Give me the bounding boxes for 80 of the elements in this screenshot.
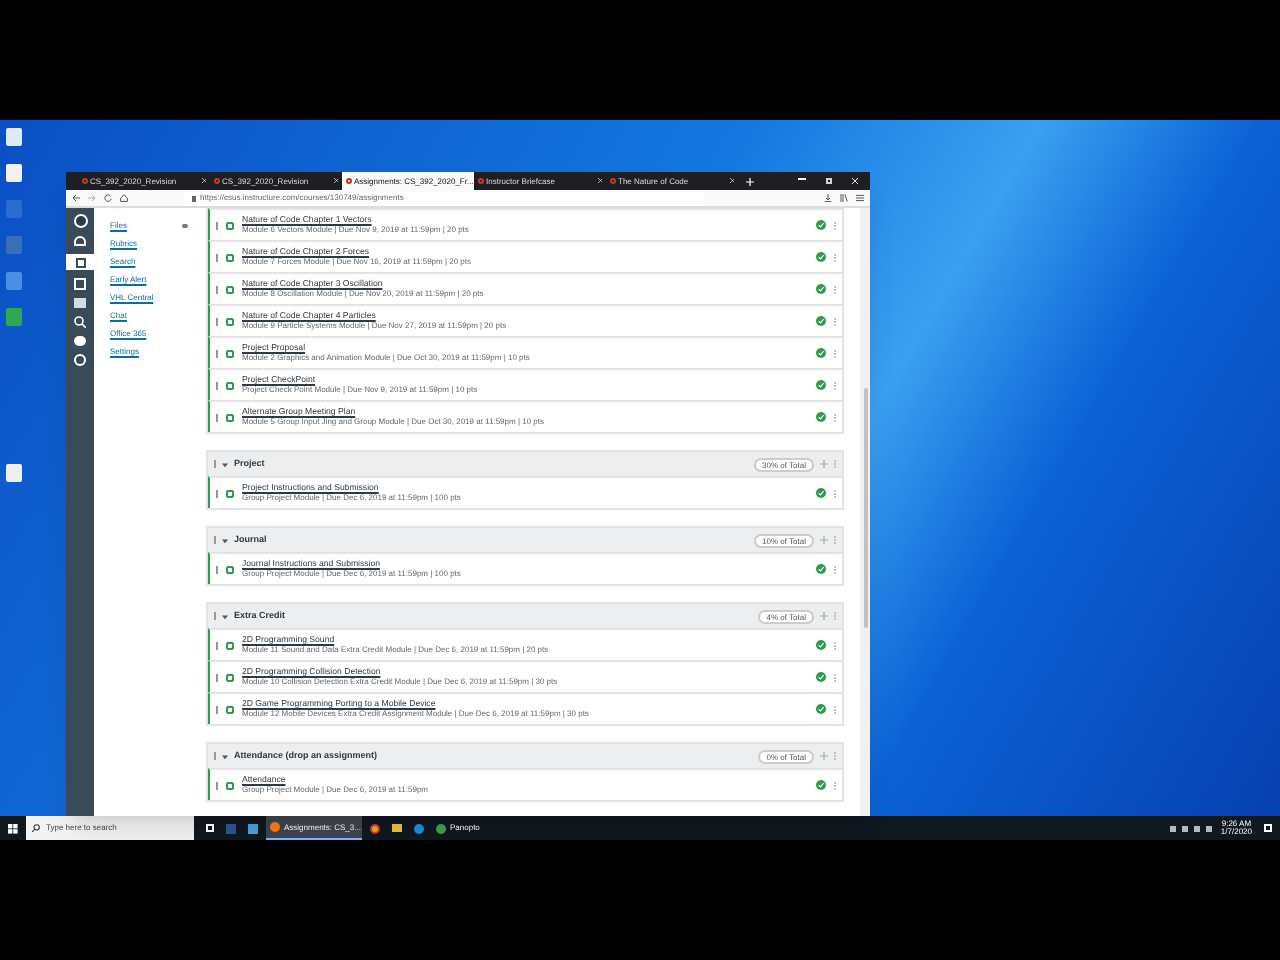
published-check-icon[interactable] [816,380,826,390]
tab-favicon [346,178,352,184]
drag-handle-icon[interactable] [214,612,216,620]
download-icon[interactable] [824,194,832,202]
assignment-icon [226,781,234,789]
drag-handle-icon[interactable] [216,641,218,649]
add-icon[interactable] [820,752,828,760]
courses-icon[interactable] [66,254,94,270]
drag-handle-icon[interactable] [216,705,218,713]
caret-icon[interactable] [222,753,228,759]
drag-handle-icon[interactable] [216,673,218,681]
help-icon[interactable] [74,354,86,366]
add-icon[interactable] [820,612,828,620]
notification-icon[interactable] [1264,824,1272,832]
windows-logo-icon[interactable] [8,823,18,833]
published-check-icon[interactable] [816,316,826,326]
assignment-icon [226,705,234,713]
assignment-icon [226,489,234,497]
drag-handle-icon[interactable] [216,413,218,421]
forward-icon[interactable] [88,194,96,202]
assignment-icon [226,221,234,229]
calendar-icon[interactable] [74,278,86,290]
drag-handle-icon[interactable] [216,285,218,293]
document-icon [226,823,236,833]
assignment-icon [226,565,234,573]
caret-icon[interactable] [222,613,228,619]
reload-icon[interactable] [104,194,112,202]
published-check-icon[interactable] [816,640,826,650]
folder-icon [392,824,402,832]
account-icon[interactable] [73,214,87,228]
assignment-icon [226,253,234,261]
published-check-icon[interactable] [816,412,826,422]
assignment-icon [226,673,234,681]
published-check-icon[interactable] [816,348,826,358]
published-check-icon[interactable] [816,284,826,294]
drag-handle-icon[interactable] [214,752,216,760]
published-check-icon[interactable] [816,780,826,790]
drag-handle-icon[interactable] [216,381,218,389]
tray-icons[interactable] [1170,825,1213,831]
home-icon[interactable] [120,194,128,202]
assignment-icon [226,285,234,293]
published-check-icon[interactable] [816,252,826,262]
tab-favicon [82,178,88,184]
drag-handle-icon[interactable] [216,253,218,261]
drag-handle-icon[interactable] [216,317,218,325]
assignment-icon [226,413,234,421]
assignment-icon [226,641,234,649]
drag-handle-icon[interactable] [216,781,218,789]
caret-icon[interactable] [222,461,228,467]
assignment-icon [226,381,234,389]
published-check-icon[interactable] [816,564,826,574]
search-icon[interactable] [74,316,86,328]
drag-handle-icon[interactable] [214,460,216,468]
new-tab-button[interactable] [746,177,754,185]
assignment-icon [226,317,234,325]
add-icon[interactable] [820,460,828,468]
dashboard-icon[interactable] [74,236,86,246]
caret-icon[interactable] [222,537,228,543]
published-check-icon[interactable] [816,704,826,714]
tab-favicon [478,178,484,184]
bag-icon [248,823,258,833]
scrollbar[interactable] [860,208,870,816]
back-icon[interactable] [72,194,80,202]
maximize-icon[interactable] [826,178,832,184]
menu-icon[interactable] [856,194,864,202]
published-check-icon[interactable] [816,488,826,498]
tab-favicon [610,178,616,184]
published-check-icon[interactable] [816,220,826,230]
task-view-icon [206,824,214,832]
drag-handle-icon[interactable] [214,536,216,544]
assignment-icon [226,349,234,357]
drag-handle-icon[interactable] [216,565,218,573]
library-icon[interactable] [840,194,848,202]
add-icon[interactable] [820,536,828,544]
tab-favicon [214,178,220,184]
drag-handle-icon[interactable] [216,349,218,357]
published-check-icon[interactable] [816,672,826,682]
drag-handle-icon[interactable] [216,489,218,497]
drag-handle-icon[interactable] [216,221,218,229]
search-icon [32,824,40,832]
